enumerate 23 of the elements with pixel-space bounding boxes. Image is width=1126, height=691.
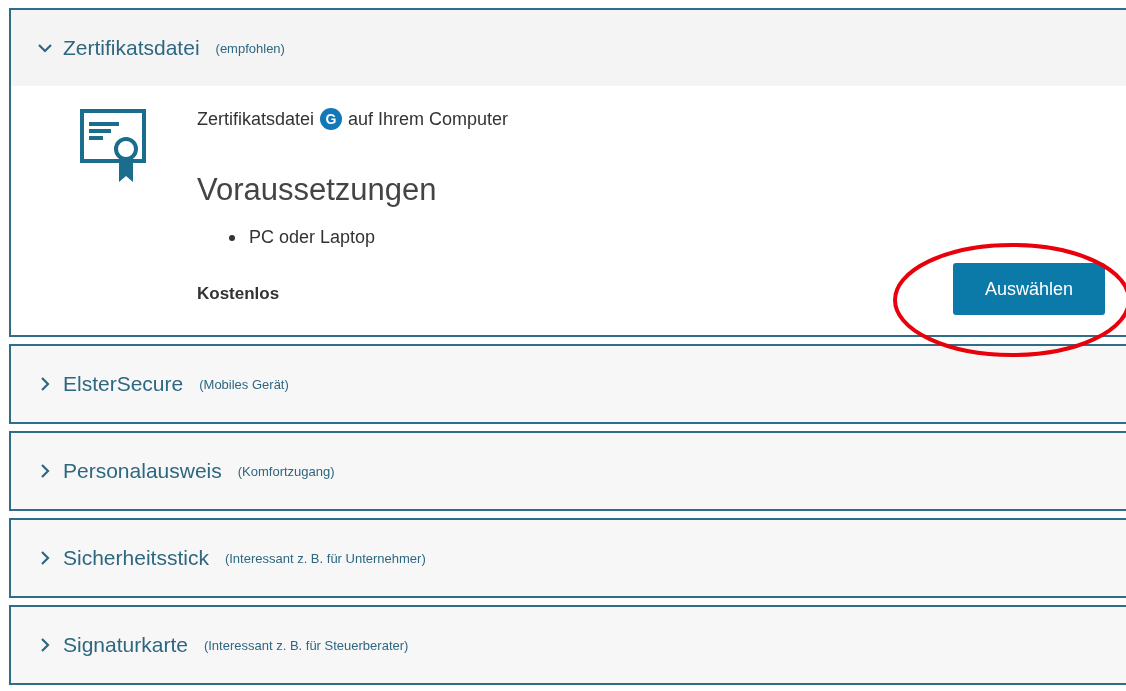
bullet-dot [229,234,235,241]
panel-title: Personalausweis [63,459,222,484]
info-badge[interactable]: G [320,108,343,130]
panel-title: Signaturkarte [63,633,188,658]
accordion-header[interactable]: Sicherheitsstick (Interessant z. B. für Unternehmer) [11,520,1126,597]
accordion-header[interactable]: Signaturkarte (Interessant z. B. für Steuerberater) [11,607,1126,684]
panel-note: (Interessant z. B. für Steuerberater) [203,637,409,653]
accordion-header[interactable]: Personalausweis (Komfortzugang) [11,433,1126,510]
panel-note: (Interessant z. B. für Unternehmer) [224,550,426,566]
intro-text: Zertifikatsdatei [197,108,315,130]
panel-note: (Mobiles Gerät) [199,376,289,392]
intro-text: auf Ihrem Computer [348,108,509,130]
panel-title: ElsterSecure [63,372,184,397]
panel-note: (empfohlen) [215,40,285,56]
certificate-icon [79,108,147,184]
requirement-item: PC oder Laptop [249,226,376,249]
section-heading: Voraussetzungen [197,172,438,208]
panel-title: Zertifikatsdatei [63,36,200,60]
accordion-header[interactable]: ElsterSecure (Mobiles Gerät) [11,346,1126,423]
panel-title: Sicherheitsstick [63,546,209,571]
price-label: Kostenlos [197,284,280,305]
select-button[interactable]: Auswählen [953,263,1105,316]
panel-note: (Komfortzugang) [237,463,335,479]
